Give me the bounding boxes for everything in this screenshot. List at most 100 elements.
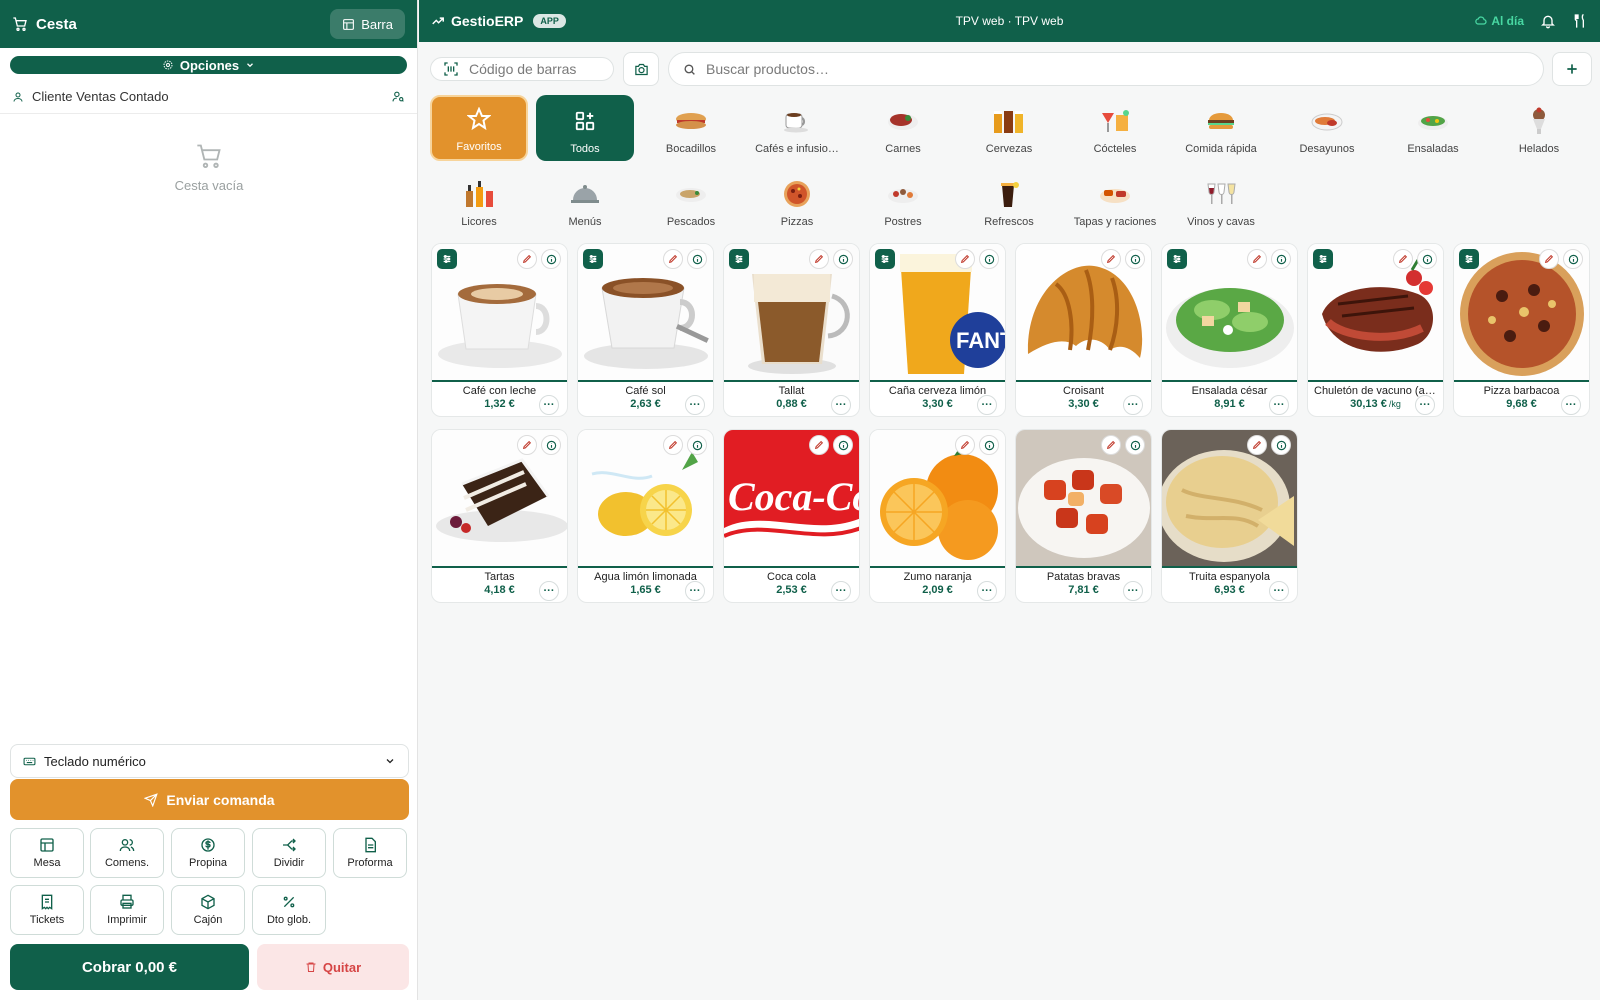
- product-card[interactable]: Tallat 0,88 € ···: [723, 243, 860, 417]
- product-card[interactable]: Tartas 4,18 € ···: [431, 429, 568, 603]
- sliders-icon[interactable]: [1313, 249, 1333, 269]
- category-cafes[interactable]: Cafés e infusio…: [748, 95, 846, 161]
- info-icon[interactable]: [979, 249, 999, 269]
- more-options-icon[interactable]: ···: [1415, 395, 1435, 415]
- keypad-toggle[interactable]: Teclado numérico: [10, 744, 409, 778]
- mesa-button[interactable]: Mesa: [10, 828, 84, 878]
- category-cocteles[interactable]: Cócteles: [1066, 95, 1164, 161]
- product-card[interactable]: Café sol 2,63 € ···: [577, 243, 714, 417]
- info-icon[interactable]: [833, 249, 853, 269]
- edit-icon[interactable]: [1247, 435, 1267, 455]
- edit-icon[interactable]: [809, 249, 829, 269]
- category-cervezas[interactable]: Cervezas: [960, 95, 1058, 161]
- product-card[interactable]: Patatas bravas 7,81 € ···: [1015, 429, 1152, 603]
- sliders-icon[interactable]: [583, 249, 603, 269]
- charge-button[interactable]: Cobrar 0,00 €: [10, 944, 249, 990]
- info-icon[interactable]: [833, 435, 853, 455]
- info-icon[interactable]: [1417, 249, 1437, 269]
- camera-button[interactable]: [623, 52, 659, 86]
- info-icon[interactable]: [1563, 249, 1583, 269]
- search-input[interactable]: Buscar productos…: [668, 52, 1544, 86]
- more-options-icon[interactable]: ···: [1561, 395, 1581, 415]
- sliders-icon[interactable]: [729, 249, 749, 269]
- product-card[interactable]: Coca-Cola Coca cola 2,53 € ···: [723, 429, 860, 603]
- product-card[interactable]: Pizza barbacoa 9,68 € ···: [1453, 243, 1590, 417]
- global-discount-button[interactable]: Dto glob.: [252, 885, 326, 935]
- proforma-button[interactable]: Proforma: [333, 828, 407, 878]
- category-desayunos[interactable]: Desayunos: [1278, 95, 1376, 161]
- more-options-icon[interactable]: ···: [539, 581, 559, 601]
- edit-icon[interactable]: [1101, 435, 1121, 455]
- info-icon[interactable]: [1125, 435, 1145, 455]
- category-helados[interactable]: Helados: [1490, 95, 1588, 161]
- edit-icon[interactable]: [955, 249, 975, 269]
- sliders-icon[interactable]: [1167, 249, 1187, 269]
- tickets-button[interactable]: Tickets: [10, 885, 84, 935]
- info-icon[interactable]: [1271, 435, 1291, 455]
- info-icon[interactable]: [541, 249, 561, 269]
- category-tapas[interactable]: Tapas y raciones: [1066, 168, 1164, 234]
- barcode-input[interactable]: Código de barras: [430, 57, 614, 81]
- category-postres[interactable]: Postres: [854, 168, 952, 234]
- barra-button[interactable]: Barra: [330, 9, 405, 39]
- info-icon[interactable]: [1125, 249, 1145, 269]
- category-carnes[interactable]: Carnes: [854, 95, 952, 161]
- edit-icon[interactable]: [955, 435, 975, 455]
- sliders-icon[interactable]: [437, 249, 457, 269]
- client-selector[interactable]: Cliente Ventas Contado: [0, 80, 417, 114]
- more-options-icon[interactable]: ···: [685, 581, 705, 601]
- info-icon[interactable]: [1271, 249, 1291, 269]
- category-pizzas[interactable]: Pizzas: [748, 168, 846, 234]
- product-card[interactable]: Zumo naranja 2,09 € ···: [869, 429, 1006, 603]
- edit-icon[interactable]: [1539, 249, 1559, 269]
- edit-icon[interactable]: [809, 435, 829, 455]
- category-menus[interactable]: Menús: [536, 168, 634, 234]
- imprimir-button[interactable]: Imprimir: [90, 885, 164, 935]
- more-options-icon[interactable]: ···: [977, 581, 997, 601]
- sliders-icon[interactable]: [1459, 249, 1479, 269]
- more-options-icon[interactable]: ···: [1269, 395, 1289, 415]
- info-icon[interactable]: [687, 435, 707, 455]
- comensales-button[interactable]: Comens.: [90, 828, 164, 878]
- category-pescados[interactable]: Pescados: [642, 168, 740, 234]
- category-comida-rapida[interactable]: Comida rápida: [1172, 95, 1270, 161]
- edit-icon[interactable]: [663, 435, 683, 455]
- more-options-icon[interactable]: ···: [1123, 581, 1143, 601]
- category-todos[interactable]: Todos: [536, 95, 634, 161]
- info-icon[interactable]: [979, 435, 999, 455]
- product-card[interactable]: FANTA Caña cerveza limón 3,30 € ···: [869, 243, 1006, 417]
- user-search-icon[interactable]: [392, 90, 405, 103]
- edit-icon[interactable]: [1247, 249, 1267, 269]
- product-card[interactable]: Agua limón limonada 1,65 € ···: [577, 429, 714, 603]
- propina-button[interactable]: Propina: [171, 828, 245, 878]
- category-favoritos[interactable]: Favoritos: [430, 95, 528, 161]
- edit-icon[interactable]: [517, 249, 537, 269]
- more-options-icon[interactable]: ···: [831, 395, 851, 415]
- send-order-button[interactable]: Enviar comanda: [10, 779, 409, 820]
- sync-status[interactable]: Al día: [1475, 14, 1524, 28]
- edit-icon[interactable]: [517, 435, 537, 455]
- utensils-icon[interactable]: [1572, 13, 1588, 29]
- product-card[interactable]: Chuletón de vacuno (al … 30,13 €/kg ···: [1307, 243, 1444, 417]
- more-options-icon[interactable]: ···: [1123, 395, 1143, 415]
- add-product-button[interactable]: [1552, 52, 1592, 86]
- info-icon[interactable]: [687, 249, 707, 269]
- bell-icon[interactable]: [1540, 13, 1556, 29]
- cajon-button[interactable]: Cajón: [171, 885, 245, 935]
- remove-button[interactable]: Quitar: [257, 944, 409, 990]
- opciones-button[interactable]: Opciones: [10, 56, 407, 74]
- product-card[interactable]: Café con leche 1,32 € ···: [431, 243, 568, 417]
- product-card[interactable]: Ensalada césar 8,91 € ···: [1161, 243, 1298, 417]
- more-options-icon[interactable]: ···: [977, 395, 997, 415]
- category-bocadillos[interactable]: Bocadillos: [642, 95, 740, 161]
- product-card[interactable]: Truita espanyola 6,93 € ···: [1161, 429, 1298, 603]
- category-licores[interactable]: Licores: [430, 168, 528, 234]
- sliders-icon[interactable]: [875, 249, 895, 269]
- more-options-icon[interactable]: ···: [539, 395, 559, 415]
- product-card[interactable]: Croisant 3,30 € ···: [1015, 243, 1152, 417]
- dividir-button[interactable]: Dividir: [252, 828, 326, 878]
- edit-icon[interactable]: [1101, 249, 1121, 269]
- category-refrescos[interactable]: Refrescos: [960, 168, 1058, 234]
- info-icon[interactable]: [541, 435, 561, 455]
- brand[interactable]: GestioERP APP: [431, 13, 566, 29]
